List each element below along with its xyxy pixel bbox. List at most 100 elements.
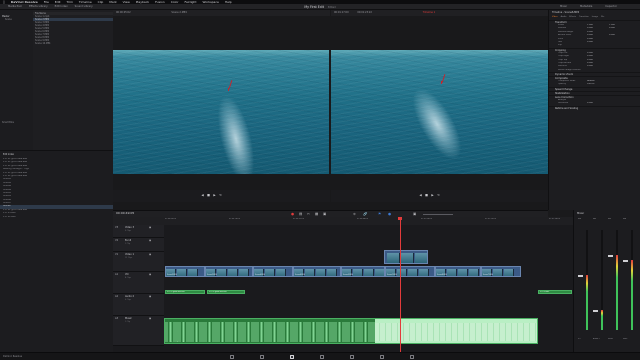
ruler-label: 01:01:20:00	[485, 218, 496, 220]
clip-thumbnail	[375, 269, 384, 276]
marker-icon[interactable]: ●	[388, 212, 391, 216]
inspector-tab[interactable]: Transition	[579, 16, 589, 18]
playhead[interactable]	[400, 217, 401, 352]
page-deliver-icon[interactable]	[410, 355, 414, 359]
program-video-frame[interactable]	[331, 50, 548, 174]
page-cut-icon[interactable]	[260, 355, 264, 359]
insert-clip-icon[interactable]: ▦	[315, 212, 318, 216]
stop-icon[interactable]: ■	[425, 194, 428, 197]
video-clip-label: Scene7.MP4	[483, 275, 493, 276]
video-clip[interactable]: Scene6.MP4	[253, 266, 293, 277]
mixer-channel-label: M1	[623, 218, 627, 220]
page-fusion-icon[interactable]	[320, 355, 324, 359]
program-transport: ◀ ■ ▶ ↻	[331, 190, 548, 202]
video-clip[interactable]: Scene2.MP4	[205, 266, 253, 277]
volume-fader[interactable]	[623, 260, 628, 262]
clip-thumbnail	[364, 269, 374, 276]
level-meter-fill	[601, 310, 603, 330]
overwrite-clip-icon[interactable]: ▣	[323, 212, 326, 216]
inspector-tab[interactable]: Audio	[561, 16, 567, 18]
video-clip[interactable]: Scene1.MP4	[385, 266, 435, 277]
source-viewer-header: 00:00:05:02 Scene 2.MP4	[113, 10, 330, 16]
audio-clip[interactable]: PTC 02 good take.wav	[207, 290, 245, 294]
clip-thumbnail	[188, 269, 198, 276]
blade-tool-icon[interactable]: ✂	[307, 212, 310, 216]
audio-clip[interactable]: PTC 01 good take.wav	[165, 290, 205, 294]
trim-tool-icon[interactable]: ▤	[299, 212, 302, 216]
clip-thumbnail	[353, 269, 363, 276]
lock-icon[interactable]: ▣	[149, 239, 151, 242]
inspector-tab[interactable]: Image	[592, 16, 598, 18]
clip-thumbnail	[415, 253, 427, 263]
level-meter	[616, 230, 618, 330]
video-clip[interactable]: Scene3.MP4	[165, 266, 205, 277]
inspector-section-header[interactable]: Retime and Scaling	[549, 105, 640, 110]
lock-icon[interactable]: ▣	[149, 317, 151, 320]
track-header-v2[interactable]: V2 B-roll 1 Clip ▣	[113, 238, 164, 252]
bin-scene[interactable]: Scene	[0, 18, 33, 21]
windsurfer	[228, 88, 230, 91]
video-clip[interactable]: Scene7.MP4	[481, 266, 521, 277]
edit-index-row[interactable]: PTC 01.wav	[0, 216, 113, 219]
link-icon[interactable]: 🔗	[363, 212, 367, 216]
zoom-slider[interactable]	[423, 214, 453, 215]
page-color-icon[interactable]	[350, 355, 354, 359]
broll-clip[interactable]	[384, 250, 428, 264]
inspector-row-label: Crop Bottom	[558, 61, 572, 64]
inspector-tab[interactable]: Effects	[569, 16, 576, 18]
track-header-v3[interactable]: V3 Video 30 Clips ▣	[113, 225, 164, 238]
source-video-frame[interactable]	[113, 50, 329, 174]
mixer-channel-name: Audio 2	[593, 338, 600, 340]
video-clip[interactable]: Scene8.MP4	[435, 266, 481, 277]
track-id: A2	[115, 295, 119, 298]
play-icon[interactable]: ▶	[213, 194, 216, 197]
inspector-row-label: Softness	[558, 65, 567, 68]
project-name: My First Edit	[304, 5, 324, 9]
selection-tool-icon[interactable]: ●	[291, 212, 294, 216]
stop-icon[interactable]: ■	[207, 194, 210, 197]
media-clip[interactable]: Scene 10.MP4	[33, 42, 113, 45]
loop-icon[interactable]: ↻	[219, 194, 222, 197]
inspector-tab[interactable]: Video	[552, 16, 558, 18]
inspector-row-label: Rotation Angle	[558, 30, 574, 33]
track-name: VO	[125, 273, 129, 276]
inspector-tab[interactable]: File	[601, 16, 604, 18]
lock-icon[interactable]: ▣	[149, 295, 151, 298]
edit-index-list: PTC 01 good take.wav PTC 01 good take.wav…	[0, 158, 113, 219]
page-media-icon[interactable]	[230, 355, 234, 359]
timeline-ruler[interactable]: 01:00:00:00 01:00:16:00 01:00:32:00 01:00:4…	[113, 217, 573, 225]
clip-thumbnail	[177, 269, 187, 276]
inspector-row-label: Composite Mode	[558, 80, 576, 83]
video-clip[interactable]: Scene4.MP4	[293, 266, 341, 277]
clip-thumbnail	[217, 269, 227, 276]
track-header-a2[interactable]: A2 Audio 20 Clips ▣	[113, 294, 164, 316]
track-id: V2	[115, 239, 119, 242]
page-fairlight-icon[interactable]	[380, 355, 384, 359]
rewind-icon[interactable]: ◀	[201, 194, 204, 197]
audio-clip[interactable]: PTC 03.wav	[538, 290, 572, 294]
audio-clip-label: PTC 01 good take.wav	[167, 291, 185, 293]
loop-icon[interactable]: ↻	[437, 194, 440, 197]
track-header-a1[interactable]: A1 VO 8 Clips ▣	[113, 272, 164, 294]
page-edit-icon[interactable]	[290, 355, 294, 359]
flag-icon[interactable]: ⚑	[378, 212, 381, 216]
lock-icon[interactable]: ▣	[149, 226, 151, 229]
track-header-v1[interactable]: V1 Video 1 12 Clips ▣	[113, 252, 164, 272]
lock-icon[interactable]: ▣	[149, 253, 151, 256]
track-clip-count: 1 Clip	[125, 243, 131, 245]
volume-fader[interactable]	[608, 255, 613, 257]
lock-icon[interactable]: ▣	[149, 273, 151, 276]
program-timecode-right: 00:01:23:22	[357, 11, 372, 14]
page-navigation: DaVinci Resolve	[0, 352, 640, 360]
track-header-a3[interactable]: A3 Music 1 Clip ▣	[113, 316, 164, 346]
volume-fader[interactable]	[593, 310, 598, 312]
zoom-icon[interactable]: ▣	[413, 212, 416, 216]
play-icon[interactable]: ▶	[431, 194, 434, 197]
inspector-row-label: Crop Top	[558, 58, 568, 61]
program-viewer-header: 00:01:17:00 00:01:23:22 Timeline 1	[331, 10, 548, 16]
volume-fader[interactable]	[578, 275, 583, 277]
music-clip[interactable]: Leaving Verzegni - Trigo	[164, 318, 538, 344]
snapping-icon[interactable]: ⎈	[353, 212, 356, 216]
video-clip[interactable]: Scene5.MP4	[341, 266, 385, 277]
rewind-icon[interactable]: ◀	[419, 194, 422, 197]
